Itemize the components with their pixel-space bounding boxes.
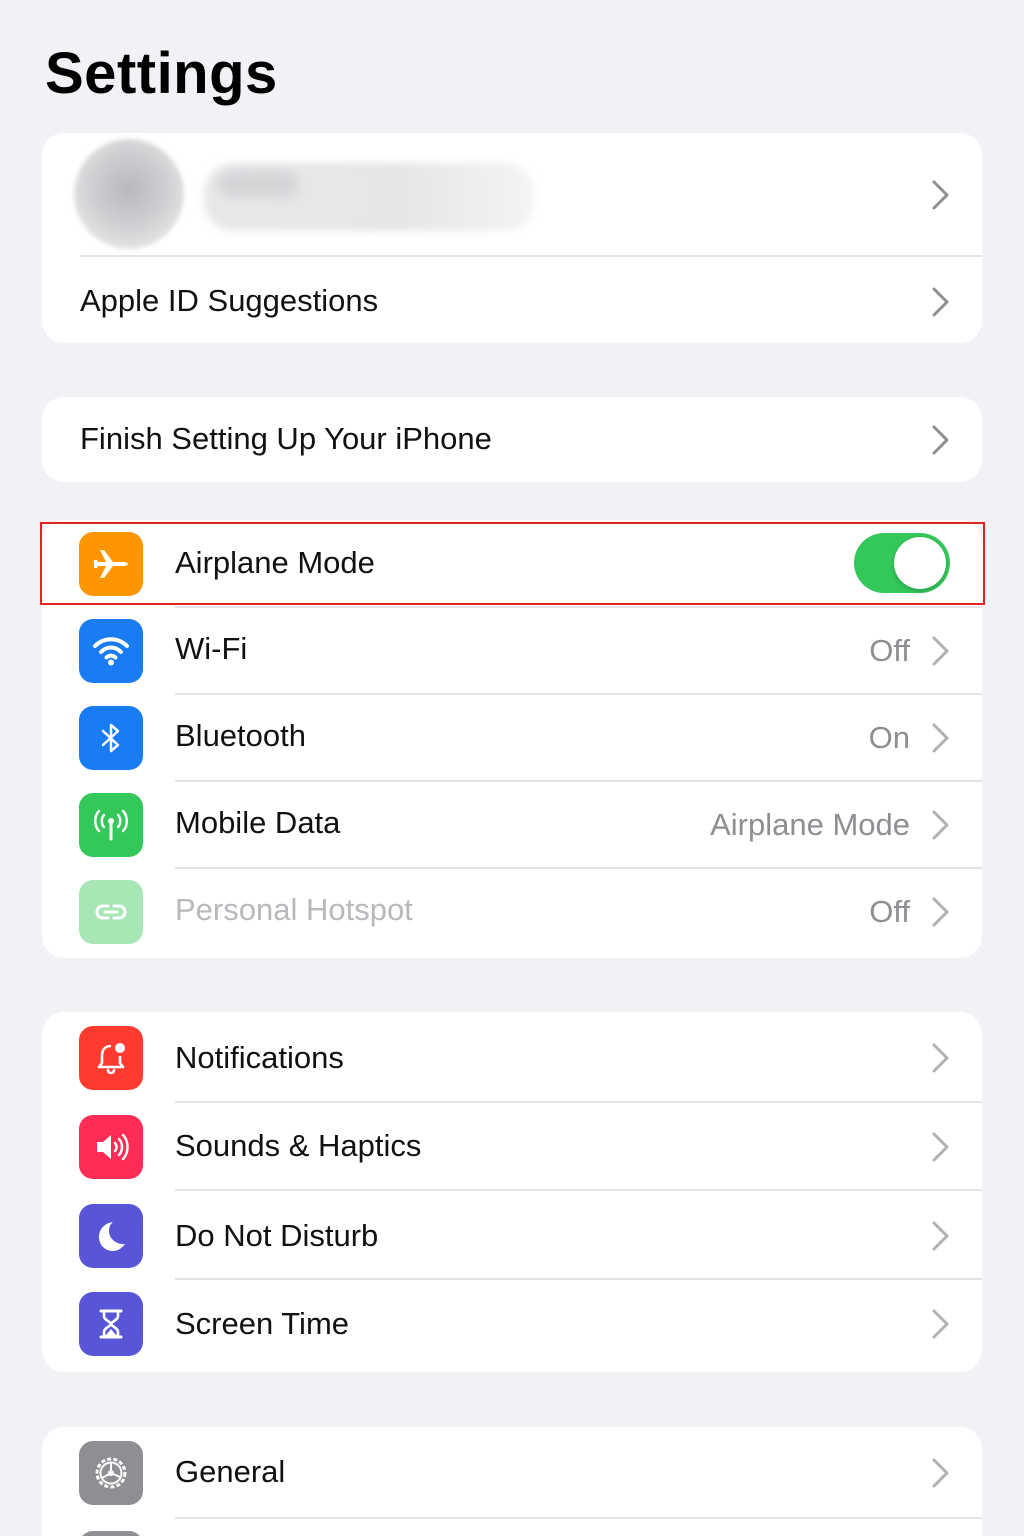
chevron-right-icon	[932, 636, 949, 666]
avatar	[74, 139, 184, 249]
airplane-icon	[79, 532, 143, 596]
apple-id-group: Apple ID Suggestions	[42, 133, 982, 343]
mobile-data-label: Mobile Data	[175, 805, 341, 840]
finish-setup-row[interactable]: Finish Setting Up Your iPhone	[42, 397, 982, 482]
chevron-right-icon	[932, 425, 949, 455]
toggle-knob	[894, 537, 946, 589]
chevron-right-icon	[932, 723, 949, 753]
hourglass-icon	[79, 1292, 143, 1356]
wifi-icon	[79, 619, 143, 683]
general-row[interactable]: General	[42, 1427, 982, 1517]
personal-hotspot-row[interactable]: Personal Hotspot Off	[42, 869, 982, 958]
notifications-row[interactable]: Notifications	[42, 1012, 982, 1101]
chevron-right-icon	[932, 810, 949, 840]
speaker-icon	[79, 1115, 143, 1179]
notifications-label: Notifications	[175, 1040, 344, 1075]
personal-hotspot-label: Personal Hotspot	[175, 892, 413, 927]
notification-bell-icon	[79, 1026, 143, 1090]
moon-icon	[79, 1204, 143, 1268]
chevron-right-icon	[932, 1458, 949, 1488]
setup-group: Finish Setting Up Your iPhone	[42, 397, 982, 482]
apple-id-profile-row[interactable]	[42, 133, 982, 255]
chevron-right-icon	[932, 1132, 949, 1162]
chevron-right-icon	[932, 1309, 949, 1339]
system-group: General	[42, 1427, 982, 1536]
hotspot-link-icon	[79, 880, 143, 944]
screen-time-label: Screen Time	[175, 1306, 350, 1341]
airplane-mode-row: Airplane Mode	[42, 520, 982, 606]
do-not-disturb-label: Do Not Disturb	[175, 1218, 379, 1253]
control-centre-icon	[79, 1531, 143, 1536]
antenna-icon	[79, 793, 143, 857]
apple-id-suggestions-row[interactable]: Apple ID Suggestions	[42, 257, 982, 343]
account-name-redacted	[204, 163, 534, 231]
chevron-right-icon	[932, 1043, 949, 1073]
general-label: General	[175, 1454, 286, 1489]
apple-id-suggestions-label: Apple ID Suggestions	[80, 283, 379, 318]
chevron-right-icon	[932, 1221, 949, 1251]
chevron-right-icon	[932, 180, 949, 210]
wifi-row[interactable]: Wi-Fi Off	[42, 608, 982, 694]
do-not-disturb-row[interactable]: Do Not Disturb	[42, 1191, 982, 1279]
screen-time-row[interactable]: Screen Time	[42, 1280, 982, 1372]
sounds-haptics-label: Sounds & Haptics	[175, 1128, 422, 1163]
bluetooth-label: Bluetooth	[175, 718, 306, 753]
airplane-mode-toggle[interactable]	[854, 533, 950, 593]
airplane-mode-label: Airplane Mode	[175, 545, 375, 580]
bluetooth-status: On	[868, 720, 910, 755]
sounds-haptics-row[interactable]: Sounds & Haptics	[42, 1103, 982, 1189]
personal-hotspot-status: Off	[869, 894, 910, 929]
gear-icon	[79, 1441, 143, 1505]
wifi-status: Off	[869, 633, 910, 668]
mobile-data-status: Airplane Mode	[710, 807, 910, 842]
mobile-data-row[interactable]: Mobile Data Airplane Mode	[42, 782, 982, 868]
finish-setup-label: Finish Setting Up Your iPhone	[80, 421, 492, 456]
connectivity-group: Airplane Mode Wi-Fi Off Bluetooth On Mob…	[42, 520, 982, 958]
wifi-label: Wi-Fi	[175, 631, 248, 666]
chevron-right-icon	[932, 287, 949, 317]
next-settings-row[interactable]	[42, 1519, 982, 1536]
page-title: Settings	[45, 41, 278, 106]
bluetooth-icon	[79, 706, 143, 770]
bluetooth-row[interactable]: Bluetooth On	[42, 695, 982, 781]
alerts-group: Notifications Sounds & Haptics Do Not Di…	[42, 1012, 982, 1372]
chevron-right-icon	[932, 897, 949, 927]
